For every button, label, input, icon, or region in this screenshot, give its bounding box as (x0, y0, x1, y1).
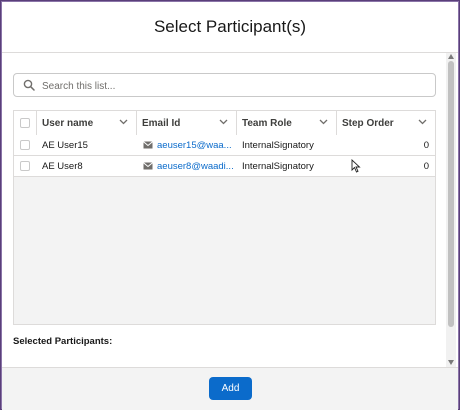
participants-table: User name Email Id Team Role Step Order (13, 110, 436, 325)
chevron-down-icon[interactable] (418, 119, 427, 125)
chevron-down-icon[interactable] (219, 119, 228, 125)
selected-participants-label: Selected Participants: (13, 336, 113, 347)
cell-email: aeuser8@waadi... (143, 156, 235, 176)
column-header-label: Team Role (242, 117, 292, 129)
cell-step-order: 0 (423, 139, 429, 151)
column-header-label: Email Id (142, 117, 181, 129)
cell-team-role: InternalSignatory (242, 139, 314, 151)
modal-footer: Add (2, 367, 458, 410)
row-checkbox[interactable] (20, 161, 30, 171)
add-button[interactable]: Add (209, 377, 252, 400)
column-header-email-id[interactable]: Email Id (136, 111, 236, 135)
column-header-label: Step Order (342, 117, 394, 129)
column-header-user-name[interactable]: User name (36, 111, 136, 135)
mouse-cursor-icon (351, 159, 361, 173)
column-header-label: User name (42, 117, 94, 129)
cell-user-name: AE User15 (42, 139, 88, 151)
modal-title: Select Participant(s) (153, 17, 307, 36)
mail-icon (143, 162, 153, 170)
scrollbar-thumb[interactable] (448, 61, 454, 327)
column-header-team-role[interactable]: Team Role (236, 111, 336, 135)
scroll-down-arrow-icon[interactable] (448, 360, 454, 365)
modal: Select Participant(s) User name Email Id (1, 1, 459, 410)
cell-user-name: AE User8 (42, 160, 83, 172)
row-checkbox[interactable] (20, 140, 30, 150)
select-all-checkbox[interactable] (20, 118, 30, 128)
chevron-down-icon[interactable] (319, 119, 328, 125)
mail-icon (143, 141, 153, 149)
table-row[interactable]: AE User15 aeuser15@waa... InternalSignat… (14, 135, 435, 156)
email-link[interactable]: aeuser15@waa... (157, 140, 232, 151)
scrollbar[interactable] (446, 53, 456, 367)
chevron-down-icon[interactable] (119, 119, 128, 125)
table-header: User name Email Id Team Role Step Order (14, 111, 435, 136)
cell-email: aeuser15@waa... (143, 135, 235, 155)
column-header-step-order[interactable]: Step Order (336, 111, 435, 135)
search-icon (23, 79, 35, 91)
modal-header: Select Participant(s) (2, 2, 458, 53)
cell-team-role: InternalSignatory (242, 160, 314, 172)
search-box[interactable] (13, 73, 436, 97)
table-row[interactable]: AE User8 aeuser8@waadi... InternalSignat… (14, 156, 435, 177)
search-input[interactable] (40, 76, 424, 96)
modal-body: User name Email Id Team Role Step Order (2, 53, 447, 367)
scroll-up-arrow-icon[interactable] (448, 54, 454, 59)
email-link[interactable]: aeuser8@waadi... (157, 161, 234, 172)
